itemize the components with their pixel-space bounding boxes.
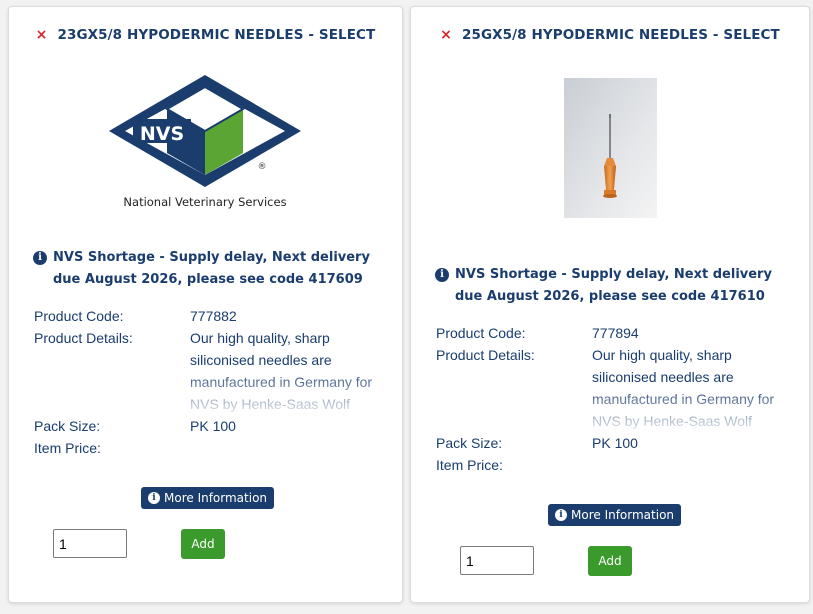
spec-row-price: Item Price: — [34, 437, 384, 459]
add-button[interactable]: Add — [588, 546, 632, 576]
pack-size-value: PK 100 — [190, 418, 236, 434]
spec-row-details: Product Details: Our high quality, sharp… — [436, 344, 786, 432]
shortage-notice: i NVS Shortage - Supply delay, Next deli… — [33, 247, 382, 291]
product-code-label: Product Code: — [34, 308, 124, 324]
product-specs: Product Code: 777894 Product Details: Ou… — [436, 322, 786, 476]
info-icon: i — [33, 251, 47, 265]
spec-row-code: Product Code: 777882 — [34, 305, 384, 327]
info-icon: i — [148, 492, 160, 504]
nvs-logo: NVS ® National Veterinary Services — [107, 73, 303, 213]
product-details-label: Product Details: — [436, 347, 535, 363]
product-card: × 23GX5/8 HYPODERMIC NEEDLES - SELECT NVS… — [8, 6, 403, 603]
remove-icon[interactable]: × — [440, 27, 452, 43]
spec-row-price: Item Price: — [436, 454, 786, 476]
spec-row-details: Product Details: Our high quality, sharp… — [34, 327, 384, 415]
product-title[interactable]: 25GX5/8 HYPODERMIC NEEDLES - SELECT — [462, 27, 780, 43]
product-specs: Product Code: 777882 Product Details: Ou… — [34, 305, 384, 459]
more-information-label: More Information — [571, 508, 675, 522]
more-information-button[interactable]: i More Information — [141, 487, 275, 509]
quantity-input[interactable] — [53, 529, 127, 558]
product-details-value: Our high quality, sharp siliconised need… — [592, 347, 775, 429]
item-price-value — [592, 454, 786, 476]
spec-row-code: Product Code: 777894 — [436, 322, 786, 344]
more-information-button[interactable]: i More Information — [548, 504, 682, 526]
quantity-input[interactable] — [460, 546, 534, 575]
item-price-label: Item Price: — [436, 457, 503, 473]
add-button[interactable]: Add — [181, 529, 225, 559]
spec-row-pack: Pack Size: PK 100 — [34, 415, 384, 437]
spec-row-pack: Pack Size: PK 100 — [436, 432, 786, 454]
product-title-row: × 23GX5/8 HYPODERMIC NEEDLES - SELECT — [9, 27, 402, 43]
info-icon: i — [555, 509, 567, 521]
product-code-label: Product Code: — [436, 325, 526, 341]
more-information-label: More Information — [164, 491, 268, 505]
needle-photo — [564, 78, 657, 218]
pack-size-label: Pack Size: — [436, 435, 503, 451]
product-title[interactable]: 23GX5/8 HYPODERMIC NEEDLES - SELECT — [57, 27, 375, 43]
product-code-value: 777882 — [190, 308, 237, 324]
pack-size-label: Pack Size: — [34, 418, 101, 434]
item-price-value — [190, 437, 384, 459]
shortage-notice-text: NVS Shortage - Supply delay, Next delive… — [53, 250, 370, 287]
product-title-row: × 25GX5/8 HYPODERMIC NEEDLES - SELECT — [411, 27, 809, 43]
product-details-value: Our high quality, sharp siliconised need… — [190, 330, 373, 412]
svg-text:National Veterinary Services: National Veterinary Services — [123, 195, 286, 209]
product-details-label: Product Details: — [34, 330, 133, 346]
shortage-notice: i NVS Shortage - Supply delay, Next deli… — [435, 264, 789, 308]
pack-size-value: PK 100 — [592, 435, 638, 451]
product-code-value: 777894 — [592, 325, 639, 341]
item-price-label: Item Price: — [34, 440, 101, 456]
remove-icon[interactable]: × — [36, 27, 48, 43]
svg-text:NVS: NVS — [140, 123, 184, 145]
shortage-notice-text: NVS Shortage - Supply delay, Next delive… — [455, 267, 772, 304]
product-card: × 25GX5/8 HYPODERMIC NEEDLES - SELECT i … — [410, 6, 810, 603]
svg-text:®: ® — [258, 162, 267, 172]
info-icon: i — [435, 268, 449, 282]
